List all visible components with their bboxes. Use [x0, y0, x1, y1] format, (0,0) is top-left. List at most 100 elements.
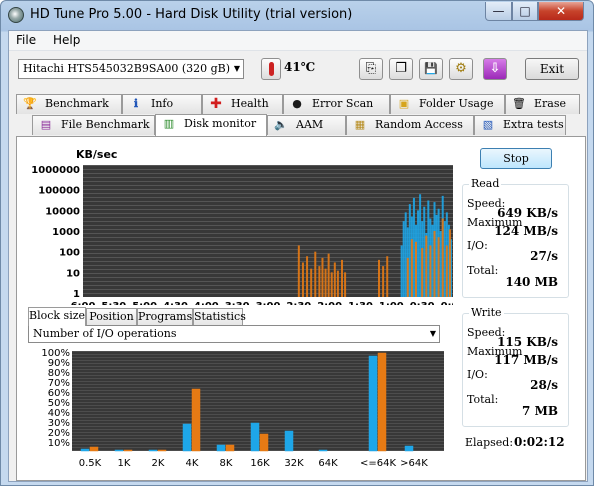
menu-bar: File Help [9, 31, 587, 51]
app-window: HD Tune Pro 5.00 - Hard Disk Utility (tr… [0, 0, 594, 486]
tab-extra-tests[interactable]: ▧ Extra tests [474, 115, 566, 135]
transfer-xtick-label: 5:30 [101, 301, 126, 305]
block-ytick-label: 10% [48, 438, 70, 449]
subtab-position[interactable]: Position [86, 308, 137, 325]
tab-label: Error Scan [312, 97, 374, 110]
tab-aam[interactable]: 🔈 AAM [267, 115, 346, 135]
transfer-xtick-label: 4:30 [163, 301, 188, 305]
tab-benchmark[interactable]: 🏆 Benchmark [16, 94, 122, 114]
maximize-button[interactable]: □ [512, 2, 538, 21]
menu-file[interactable]: File [16, 33, 36, 47]
file-benchmark-icon: ▤ [40, 118, 52, 131]
tab-label: Benchmark [45, 97, 109, 110]
read-stats-group: Read Speed: 649 KB/s Maximum 124 MB/s I/… [462, 177, 569, 298]
read-block-bar [368, 355, 378, 452]
read-total-value: 140 MB [505, 275, 558, 289]
tab-info[interactable]: ℹ Info [122, 94, 202, 114]
options-button[interactable]: ⚙ [449, 58, 473, 80]
block-xtick-label: 8K [220, 458, 233, 469]
tab-label: Erase [534, 97, 567, 110]
transfer-xtick-label: 5:00 [132, 301, 157, 305]
block-xtick-label: 64K [318, 458, 338, 469]
tab-error-scan[interactable]: ● Error Scan [283, 94, 390, 114]
tab-label: Health [231, 97, 269, 110]
block-xtick-label: 4K [186, 458, 199, 469]
transfer-xtick-label: 0:00 [441, 301, 453, 305]
transfer-xtick-label: 1:00 [379, 301, 404, 305]
read-block-bar [284, 430, 294, 452]
elapsed-label: Elapsed: [465, 436, 514, 449]
subtab-statistics[interactable]: Statistics [193, 308, 246, 325]
minimize-button[interactable]: — [485, 2, 512, 21]
download-button[interactable]: ⇩ [483, 58, 507, 80]
write-io-value: 28/s [530, 378, 558, 392]
read-group-title: Read [469, 177, 502, 190]
io-metric-select-value: Number of I/O operations [33, 327, 177, 340]
block-xtick-label: >64K [400, 458, 428, 469]
tab-label: Folder Usage [419, 97, 494, 110]
menu-help[interactable]: Help [53, 33, 80, 47]
elapsed-value: 0:02:12 [514, 435, 565, 449]
health-cross-icon: ✚ [210, 96, 222, 112]
transfer-ytick-label: 10000 [45, 206, 80, 217]
subtab-block-size[interactable]: Block size [28, 307, 86, 326]
save-button[interactable]: 💾 [419, 58, 443, 80]
write-block-bar [225, 444, 235, 452]
copy-info-button[interactable]: ⎘ [359, 58, 383, 80]
write-block-bar [157, 449, 167, 452]
disk-monitor-icon: ▥ [163, 117, 175, 130]
folder-icon: ▣ [398, 97, 410, 110]
client-area: File Help Hitachi HTS545032B9SA00 (320 g… [8, 30, 588, 482]
drive-select[interactable]: Hitachi HTS545032B9SA00 (320 gB) ▼ [18, 59, 244, 79]
write-block-bar [377, 352, 387, 452]
drive-select-value: Hitachi HTS545032B9SA00 (320 gB) [23, 62, 231, 75]
window-title: HD Tune Pro 5.00 - Hard Disk Utility (tr… [30, 7, 353, 22]
write-total-value: 7 MB [522, 404, 558, 418]
read-max-value: 124 MB/s [494, 224, 558, 238]
transfer-ytick-label: 100000 [38, 186, 80, 197]
transfer-xtick-label: 6:00 [71, 301, 96, 305]
thermometer-icon [261, 58, 281, 80]
tab-file-benchmark[interactable]: ▤ File Benchmark [32, 115, 155, 135]
write-block-bar [259, 433, 269, 452]
read-block-bar [216, 444, 226, 452]
speaker-icon: 🔈 [274, 118, 288, 131]
write-group-title: Write [469, 306, 504, 319]
io-metric-select[interactable]: Number of I/O operations ▼ [28, 325, 440, 343]
write-total-label: Total: [467, 393, 499, 406]
block-xtick-label: 2K [152, 458, 165, 469]
write-io-label: I/O: [467, 368, 488, 381]
tab-disk-monitor[interactable]: ▥ Disk monitor [155, 114, 267, 136]
transfer-xtick-label: 1:30 [348, 301, 373, 305]
extra-tests-icon: ▧ [482, 118, 494, 131]
transfer-ytick-label: 1000000 [31, 165, 80, 176]
tab-random-access[interactable]: ▦ Random Access [346, 115, 474, 135]
chart-ylabel: KB/sec [76, 148, 117, 161]
block-xtick-label: 32K [284, 458, 304, 469]
close-button[interactable]: ✕ [538, 2, 584, 21]
copy-info-icon: ⎘ [365, 61, 377, 76]
transfer-ytick-label: 100 [59, 248, 80, 259]
options-icon: ⚙ [455, 61, 467, 76]
subtab-programs[interactable]: Programs [137, 308, 193, 325]
block-xtick-label: 0.5K [79, 458, 102, 469]
read-block-bar [250, 422, 260, 452]
tab-erase[interactable]: 🗑 Erase [505, 94, 580, 114]
exit-button[interactable]: Exit [525, 58, 579, 80]
stop-button[interactable]: Stop [480, 148, 552, 169]
transfer-rate-chart: KB/sec 1000000 100000 10000 1000 100 10 1 6:00… [31, 148, 453, 305]
tab-folder-usage[interactable]: ▣ Folder Usage [390, 94, 505, 114]
save-icon: 💾 [424, 62, 438, 75]
transfer-xtick-label: 0:30 [410, 301, 435, 305]
transfer-xtick-label: 3:30 [225, 301, 250, 305]
trash-icon: 🗑 [512, 97, 526, 110]
tab-label: AAM [296, 118, 324, 131]
copy-screenshot-icon: ❐ [395, 61, 407, 76]
tab-health[interactable]: ✚ Health [202, 94, 283, 114]
copy-screenshot-button[interactable]: ❐ [389, 58, 413, 80]
app-icon [8, 7, 24, 23]
title-bar[interactable]: HD Tune Pro 5.00 - Hard Disk Utility (tr… [1, 1, 593, 29]
block-xtick-label: 16K [250, 458, 270, 469]
tab-label: Extra tests [503, 118, 564, 131]
write-max-value: 117 MB/s [494, 353, 558, 367]
